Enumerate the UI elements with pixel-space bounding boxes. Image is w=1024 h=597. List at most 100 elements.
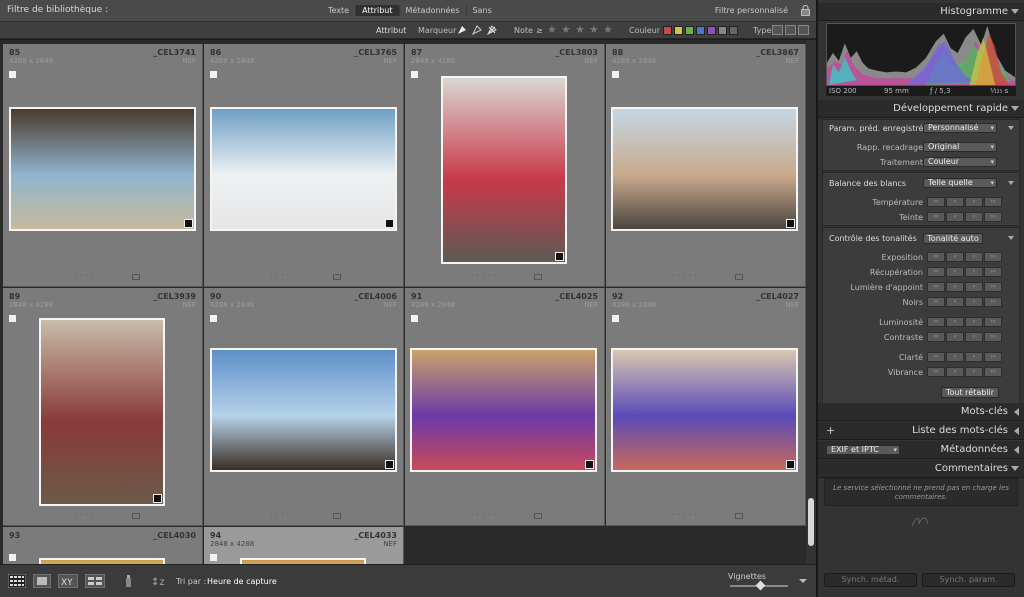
grid-scrollbar-track[interactable] — [806, 40, 816, 564]
painter-spray-icon[interactable] — [124, 574, 133, 588]
badge-icon[interactable] — [153, 494, 162, 503]
sort-direction-icon[interactable]: ↕z — [150, 574, 168, 588]
reset-all-button[interactable]: Tout rétablir — [941, 387, 999, 398]
badge-icon[interactable] — [385, 460, 394, 469]
rating-dots[interactable]: ····· — [471, 271, 499, 280]
rating-dots[interactable]: ····· — [270, 510, 298, 519]
thumbnail-image[interactable] — [39, 318, 165, 506]
metadata-preset-select[interactable]: EXIF et IPTC — [826, 445, 900, 455]
add-keyword-icon[interactable]: + — [826, 424, 835, 437]
temperature-stepper[interactable]: ‹‹ ‹ › ›› — [927, 197, 1003, 207]
auto-tone-button[interactable]: Tonalité auto — [923, 233, 983, 244]
flag-unflagged-icon[interactable] — [471, 24, 483, 36]
rating-star-3-icon[interactable]: ★ — [575, 24, 585, 36]
compare-view-icon[interactable]: XY — [58, 574, 78, 588]
crop-ratio-select[interactable]: Original — [923, 142, 997, 152]
rating-dots[interactable]: ····· — [69, 271, 97, 280]
expand-triangle-icon[interactable] — [1014, 446, 1019, 454]
type-video-button[interactable] — [798, 25, 809, 35]
color-swatch-custom[interactable] — [718, 26, 727, 35]
rating-dots[interactable]: ····· — [471, 510, 499, 519]
rating-dots[interactable]: ····· — [69, 510, 97, 519]
flag-icon[interactable] — [411, 71, 418, 78]
survey-view-icon[interactable] — [85, 574, 105, 588]
grid-cell-selected[interactable]: 94 2848 x 4288 _CEL4033 NEF — [204, 527, 404, 564]
clarity-stepper[interactable]: ‹‹ ‹ › ›› — [927, 352, 1003, 362]
collapse-triangle-icon[interactable] — [1011, 466, 1019, 471]
rating-star-5-icon[interactable]: ★ — [603, 24, 613, 36]
thumbnail-image[interactable] — [611, 348, 798, 472]
tab-text[interactable]: Texte — [322, 5, 355, 16]
metadata-badge-icon[interactable] — [132, 274, 140, 280]
grid-cell[interactable]: 88 4288 x 2848 _CEL3867 NEF ····· — [606, 44, 806, 287]
recovery-stepper[interactable]: ‹‹ ‹ › ›› — [927, 267, 1003, 277]
sync-settings-button[interactable]: Synch. param. — [922, 573, 1015, 587]
rating-dots[interactable]: ····· — [270, 271, 298, 280]
flag-icon[interactable] — [9, 554, 16, 561]
toolbar-menu-chevron-icon[interactable] — [798, 574, 808, 588]
flag-icon[interactable] — [210, 71, 217, 78]
rating-star-1-icon[interactable]: ★ — [547, 24, 557, 36]
grid-cell[interactable]: 87 2848 x 4288 _CEL3803 NEF ····· — [405, 44, 605, 287]
metadata-badge-icon[interactable] — [333, 274, 341, 280]
section-triangle-icon[interactable] — [1008, 126, 1014, 130]
flag-icon[interactable] — [411, 315, 418, 322]
flag-icon[interactable] — [210, 554, 217, 561]
thumbnail-image[interactable] — [410, 348, 597, 472]
tint-stepper[interactable]: ‹‹ ‹ › ›› — [927, 212, 1003, 222]
color-swatch-green[interactable] — [685, 26, 694, 35]
badge-icon[interactable] — [786, 460, 795, 469]
thumbnail-size-knob[interactable] — [755, 580, 766, 591]
loupe-view-icon[interactable] — [33, 574, 51, 588]
section-triangle-icon[interactable] — [1008, 236, 1014, 240]
color-swatch-blue[interactable] — [696, 26, 705, 35]
rating-operator[interactable]: ≥ — [536, 26, 543, 35]
quick-develop-header[interactable]: Développement rapide — [818, 100, 1024, 118]
badge-icon[interactable] — [184, 219, 193, 228]
sort-select[interactable]: Heure de capture — [207, 577, 277, 586]
type-master-button[interactable] — [772, 25, 783, 35]
flag-icon[interactable] — [210, 315, 217, 322]
thumbnail-image[interactable] — [441, 76, 567, 264]
tab-none[interactable]: Sans — [465, 5, 498, 16]
color-swatch-none[interactable] — [729, 26, 738, 35]
keyword-list-header[interactable]: + Liste des mots-clés — [818, 422, 1024, 440]
tab-metadata[interactable]: Métadonnées — [398, 5, 466, 16]
color-swatch-yellow[interactable] — [674, 26, 683, 35]
grid-cell[interactable]: 91 4288 x 2848 _CEL4025 NEF ····· — [405, 288, 605, 526]
expand-triangle-icon[interactable] — [1014, 408, 1019, 416]
rating-dots[interactable]: ····· — [672, 510, 700, 519]
badge-icon[interactable] — [585, 460, 594, 469]
white-balance-select[interactable]: Telle quelle — [923, 178, 997, 188]
section-triangle-icon[interactable] — [1008, 181, 1014, 185]
saved-preset-select[interactable]: Personnalisé — [923, 123, 997, 133]
type-virtual-copy-button[interactable] — [785, 25, 796, 35]
grid-cell[interactable]: 85 4288 x 2848 _CEL3741 NEF ····· — [3, 44, 203, 287]
contrast-stepper[interactable]: ‹‹ ‹ › ›› — [927, 332, 1003, 342]
lock-icon[interactable] — [801, 5, 810, 16]
flag-icon[interactable] — [612, 315, 619, 322]
color-swatch-purple[interactable] — [707, 26, 716, 35]
thumbnail-image[interactable] — [210, 348, 397, 472]
metadata-badge-icon[interactable] — [132, 513, 140, 519]
exposure-stepper[interactable]: ‹‹ ‹ › ›› — [927, 252, 1003, 262]
sync-metadata-button[interactable]: Synch. métad. — [824, 573, 917, 587]
thumbnail-image[interactable] — [611, 107, 798, 231]
keywording-header[interactable]: Mots-clés — [818, 403, 1024, 421]
vibrance-stepper[interactable]: ‹‹ ‹ › ›› — [927, 367, 1003, 377]
rating-star-2-icon[interactable]: ★ — [561, 24, 571, 36]
expand-triangle-icon[interactable] — [1014, 427, 1019, 435]
grid-cell[interactable]: 93 _CEL4030 — [3, 527, 203, 564]
metadata-badge-icon[interactable] — [534, 274, 542, 280]
flag-icon[interactable] — [9, 71, 16, 78]
metadata-badge-icon[interactable] — [735, 513, 743, 519]
thumbnail-image[interactable] — [210, 107, 397, 231]
flag-icon[interactable] — [9, 315, 16, 322]
histogram-header[interactable]: Histogramme — [818, 3, 1024, 21]
filter-preset-select[interactable]: Filtre personnalisé — [715, 6, 788, 15]
metadata-badge-icon[interactable] — [534, 513, 542, 519]
color-swatch-red[interactable] — [663, 26, 672, 35]
rating-dots[interactable]: ····· — [672, 271, 700, 280]
metadata-badge-icon[interactable] — [735, 274, 743, 280]
flag-reject-icon[interactable] — [486, 24, 498, 36]
